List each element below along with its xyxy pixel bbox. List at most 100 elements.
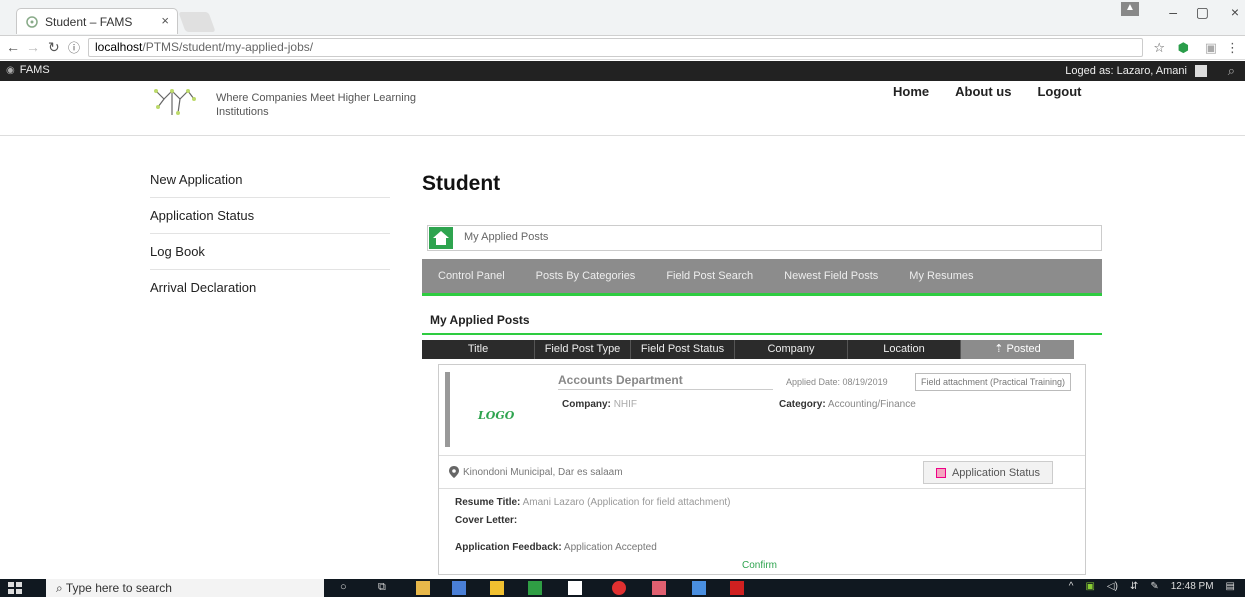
category-line: Category: Accounting/Finance xyxy=(779,399,916,410)
minimize-icon[interactable]: – xyxy=(1169,4,1177,20)
dashboard-icon: ◉ xyxy=(6,64,15,76)
sidebar-item-application-status[interactable]: Application Status xyxy=(150,198,390,234)
profile-icon[interactable]: ▲ xyxy=(1121,2,1139,16)
browser-tab[interactable]: Student – FAMS × xyxy=(16,8,178,34)
clock[interactable]: 12:48 PM xyxy=(1171,581,1214,592)
nav-home-link[interactable]: Home xyxy=(893,84,929,99)
menu-kebab-icon[interactable]: ⋮ xyxy=(1226,40,1239,56)
task-view-icon[interactable]: ⧉ xyxy=(378,581,392,595)
column-field-post-status[interactable]: Field Post Status xyxy=(631,340,735,359)
fams-brand-label: FAMS xyxy=(19,64,50,76)
category-value: Accounting/Finance xyxy=(827,399,916,410)
url-path: /PTMS/student/my-applied-jobs/ xyxy=(142,40,314,54)
site-header: Where Companies Meet Higher Learning Ins… xyxy=(0,81,1245,136)
taskbar-search-placeholder: Type here to search xyxy=(65,581,172,595)
column-field-post-type[interactable]: Field Post Type xyxy=(535,340,631,359)
column-posted-label: Posted xyxy=(1006,343,1041,355)
tray-expand-icon[interactable]: ^ xyxy=(1069,581,1074,592)
confirm-link[interactable]: Confirm xyxy=(742,560,777,571)
feedback-line: Application Feedback: Application Accept… xyxy=(455,542,657,553)
taskbar: ⌕ Type here to search ○ ⧉ ^ ▣ ◁) ⇵ ✎ 12:… xyxy=(0,579,1245,597)
nav-about-link[interactable]: About us xyxy=(955,84,1011,99)
cortana-icon[interactable]: ○ xyxy=(340,581,354,595)
section-title: My Applied Posts xyxy=(430,313,530,327)
excel-icon[interactable] xyxy=(528,581,542,595)
back-icon[interactable]: ← xyxy=(6,39,20,55)
notifications-icon[interactable]: ▤ xyxy=(1226,581,1235,592)
browser-tab-bar: Student – FAMS × ▲ – ▢ × xyxy=(0,0,1245,36)
sidebar: New Application Application Status Log B… xyxy=(150,162,390,306)
sidebar-item-new-application[interactable]: New Application xyxy=(150,162,390,198)
tab-title: Student – FAMS xyxy=(45,14,133,29)
taskbar-search-icon: ⌕ xyxy=(56,581,66,595)
url-input[interactable]: localhost/PTMS/student/my-applied-jobs/ xyxy=(88,38,1143,57)
menu-field-post-search[interactable]: Field Post Search xyxy=(666,270,753,282)
company-line: Company: NHIF xyxy=(562,399,637,410)
paint-icon[interactable] xyxy=(652,581,666,595)
status-icon xyxy=(935,467,946,478)
reload-icon[interactable]: ↻ xyxy=(48,39,60,56)
category-label: Category: xyxy=(779,399,826,410)
menu-control-panel[interactable]: Control Panel xyxy=(438,270,505,282)
opera-icon[interactable] xyxy=(612,581,626,595)
job-title[interactable]: Accounts Department xyxy=(558,373,773,390)
company-label: Company: xyxy=(562,399,611,410)
section-divider xyxy=(422,333,1102,335)
sidebar-item-arrival-declaration[interactable]: Arrival Declaration xyxy=(150,270,390,306)
fams-brand[interactable]: ◉ FAMS xyxy=(6,64,50,76)
location-row: Kinondoni Municipal, Dar es salaam Appli… xyxy=(439,455,1085,489)
pdf-reader-icon[interactable] xyxy=(730,581,744,595)
volume-icon[interactable]: ◁) xyxy=(1107,581,1118,592)
fams-top-bar: ◉ FAMS Loged as: Lazaro, Amani ⌕ xyxy=(0,61,1245,81)
menu-newest-field-posts[interactable]: Newest Field Posts xyxy=(784,270,878,282)
search-icon[interactable]: ⌕ xyxy=(1228,63,1235,79)
resume-label: Resume Title: xyxy=(455,497,521,508)
resume-line: Resume Title: Amani Lazaro (Application … xyxy=(455,497,731,508)
breadcrumb-current: My Applied Posts xyxy=(464,231,549,243)
section-menu: Control Panel Posts By Categories Field … xyxy=(422,259,1102,296)
windows-start-icon[interactable] xyxy=(8,582,22,594)
column-location[interactable]: Location xyxy=(848,340,961,359)
shield-extension-icon[interactable]: ⬢ xyxy=(1178,40,1189,56)
chrome-icon[interactable] xyxy=(692,581,706,595)
taskbar-search-input[interactable]: ⌕ Type here to search xyxy=(46,579,324,597)
extension-icon[interactable]: ▣ xyxy=(1205,40,1217,56)
info-icon[interactable]: ⓘ xyxy=(68,39,80,56)
document-icon[interactable] xyxy=(568,581,582,595)
maximize-icon[interactable]: ▢ xyxy=(1196,4,1209,21)
notes-app-icon[interactable] xyxy=(452,581,466,595)
home-icon[interactable] xyxy=(429,227,453,249)
company-logo: LOGO xyxy=(445,372,543,447)
application-status-button[interactable]: Application Status xyxy=(923,461,1053,484)
new-tab-button[interactable] xyxy=(178,12,216,32)
column-company[interactable]: Company xyxy=(735,340,848,359)
applied-date: Applied Date: 08/19/2019 xyxy=(786,377,888,387)
menu-my-resumes[interactable]: My Resumes xyxy=(909,270,973,282)
close-window-icon[interactable]: × xyxy=(1231,4,1239,20)
post-type-badge: Field attachment (Practical Training) xyxy=(915,373,1072,391)
pen-icon[interactable]: ✎ xyxy=(1150,581,1158,592)
nav-logout-link[interactable]: Logout xyxy=(1037,84,1081,99)
tab-close-icon[interactable]: × xyxy=(161,13,169,28)
company-value: NHIF xyxy=(613,399,638,410)
site-logo[interactable] xyxy=(150,85,200,123)
forward-icon[interactable]: → xyxy=(26,39,40,55)
url-host: localhost xyxy=(95,40,143,54)
location-value: Kinondoni Municipal, Dar es salaam xyxy=(463,467,623,478)
network-icon[interactable]: ⇵ xyxy=(1130,581,1138,592)
tray-app-icon[interactable]: ▣ xyxy=(1085,581,1094,592)
column-title[interactable]: Title xyxy=(422,340,535,359)
fams-favicon-icon xyxy=(25,15,39,29)
company-logo-text: LOGO xyxy=(478,409,515,422)
file-explorer-icon[interactable] xyxy=(416,581,430,595)
address-bar-row: ← → ↻ ⓘ localhost/PTMS/student/my-applie… xyxy=(0,36,1245,60)
menu-posts-by-categories[interactable]: Posts By Categories xyxy=(536,270,636,282)
logged-as-label: Loged as: Lazaro, Amani xyxy=(1065,65,1187,77)
store-icon[interactable] xyxy=(490,581,504,595)
column-posted[interactable]: ⇡ Posted xyxy=(961,340,1074,359)
table-header: Title Field Post Type Field Post Status … xyxy=(422,340,1102,359)
sidebar-item-log-book[interactable]: Log Book xyxy=(150,234,390,270)
avatar[interactable] xyxy=(1195,65,1207,77)
star-icon[interactable]: ☆ xyxy=(1153,40,1165,56)
feedback-label: Application Feedback: xyxy=(455,542,562,553)
